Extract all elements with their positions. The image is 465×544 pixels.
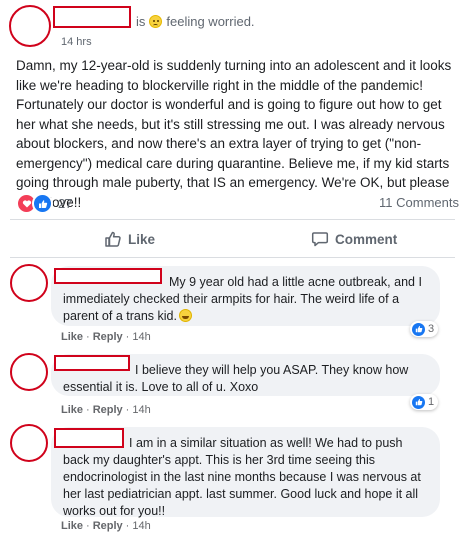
author-avatar[interactable]	[9, 5, 51, 47]
comment-meta: Like · Reply · 14h	[61, 331, 151, 343]
thumbs-up-icon	[105, 231, 121, 247]
like-icon	[412, 395, 425, 409]
header-suffix: is	[136, 14, 146, 29]
feeling-text[interactable]: feeling worried.	[166, 14, 254, 29]
author-name-redacted[interactable]	[53, 6, 131, 28]
comment-meta: Like · Reply · 14h	[61, 404, 151, 416]
comments-count-link[interactable]: 11 Comments	[379, 195, 459, 210]
laughing-face-icon	[178, 309, 192, 322]
comment-reaction-badge[interactable]: 3	[410, 321, 439, 337]
comment-time[interactable]: 14h	[132, 520, 150, 532]
divider	[10, 257, 455, 258]
commenter-avatar[interactable]	[10, 424, 48, 462]
commenter-name-redacted[interactable]	[54, 428, 124, 448]
comment-reaction-count: 1	[428, 396, 435, 408]
post-card: is feeling worried. 14 hrs Damn, my 12-y…	[0, 0, 465, 544]
commenter-avatar[interactable]	[10, 264, 48, 302]
comment-reply-link[interactable]: Reply	[93, 404, 123, 416]
post-time[interactable]: 14 hrs	[61, 36, 92, 48]
like-icon	[412, 322, 425, 336]
comment-button[interactable]: Comment	[311, 230, 397, 248]
reaction-count: 27	[58, 196, 73, 211]
worried-face-icon	[149, 15, 163, 28]
like-icon	[32, 193, 53, 214]
comment-reaction-count: 3	[428, 323, 435, 335]
comment-reply-link[interactable]: Reply	[93, 520, 123, 532]
post-header: is feeling worried.	[136, 14, 255, 29]
comment-label: Comment	[335, 231, 398, 247]
comment-like-link[interactable]: Like	[61, 404, 83, 416]
comment-reply-link[interactable]: Reply	[93, 331, 123, 343]
divider	[10, 219, 455, 220]
comment-meta: Like · Reply · 14h	[61, 520, 151, 532]
comment-time[interactable]: 14h	[132, 331, 150, 343]
comment-reaction-badge[interactable]: 1	[410, 394, 439, 410]
commenter-avatar[interactable]	[10, 353, 48, 391]
comment-time[interactable]: 14h	[132, 404, 150, 416]
commenter-name-redacted[interactable]	[54, 268, 162, 284]
like-button[interactable]: Like	[104, 230, 155, 248]
like-label: Like	[128, 231, 156, 247]
reaction-summary[interactable]: 27	[16, 193, 72, 214]
comment-like-link[interactable]: Like	[61, 331, 83, 343]
comment-like-link[interactable]: Like	[61, 520, 83, 532]
commenter-name-redacted[interactable]	[54, 355, 130, 371]
comment-icon	[311, 232, 329, 247]
post-body: Damn, my 12-year-old is suddenly turning…	[16, 58, 452, 210]
